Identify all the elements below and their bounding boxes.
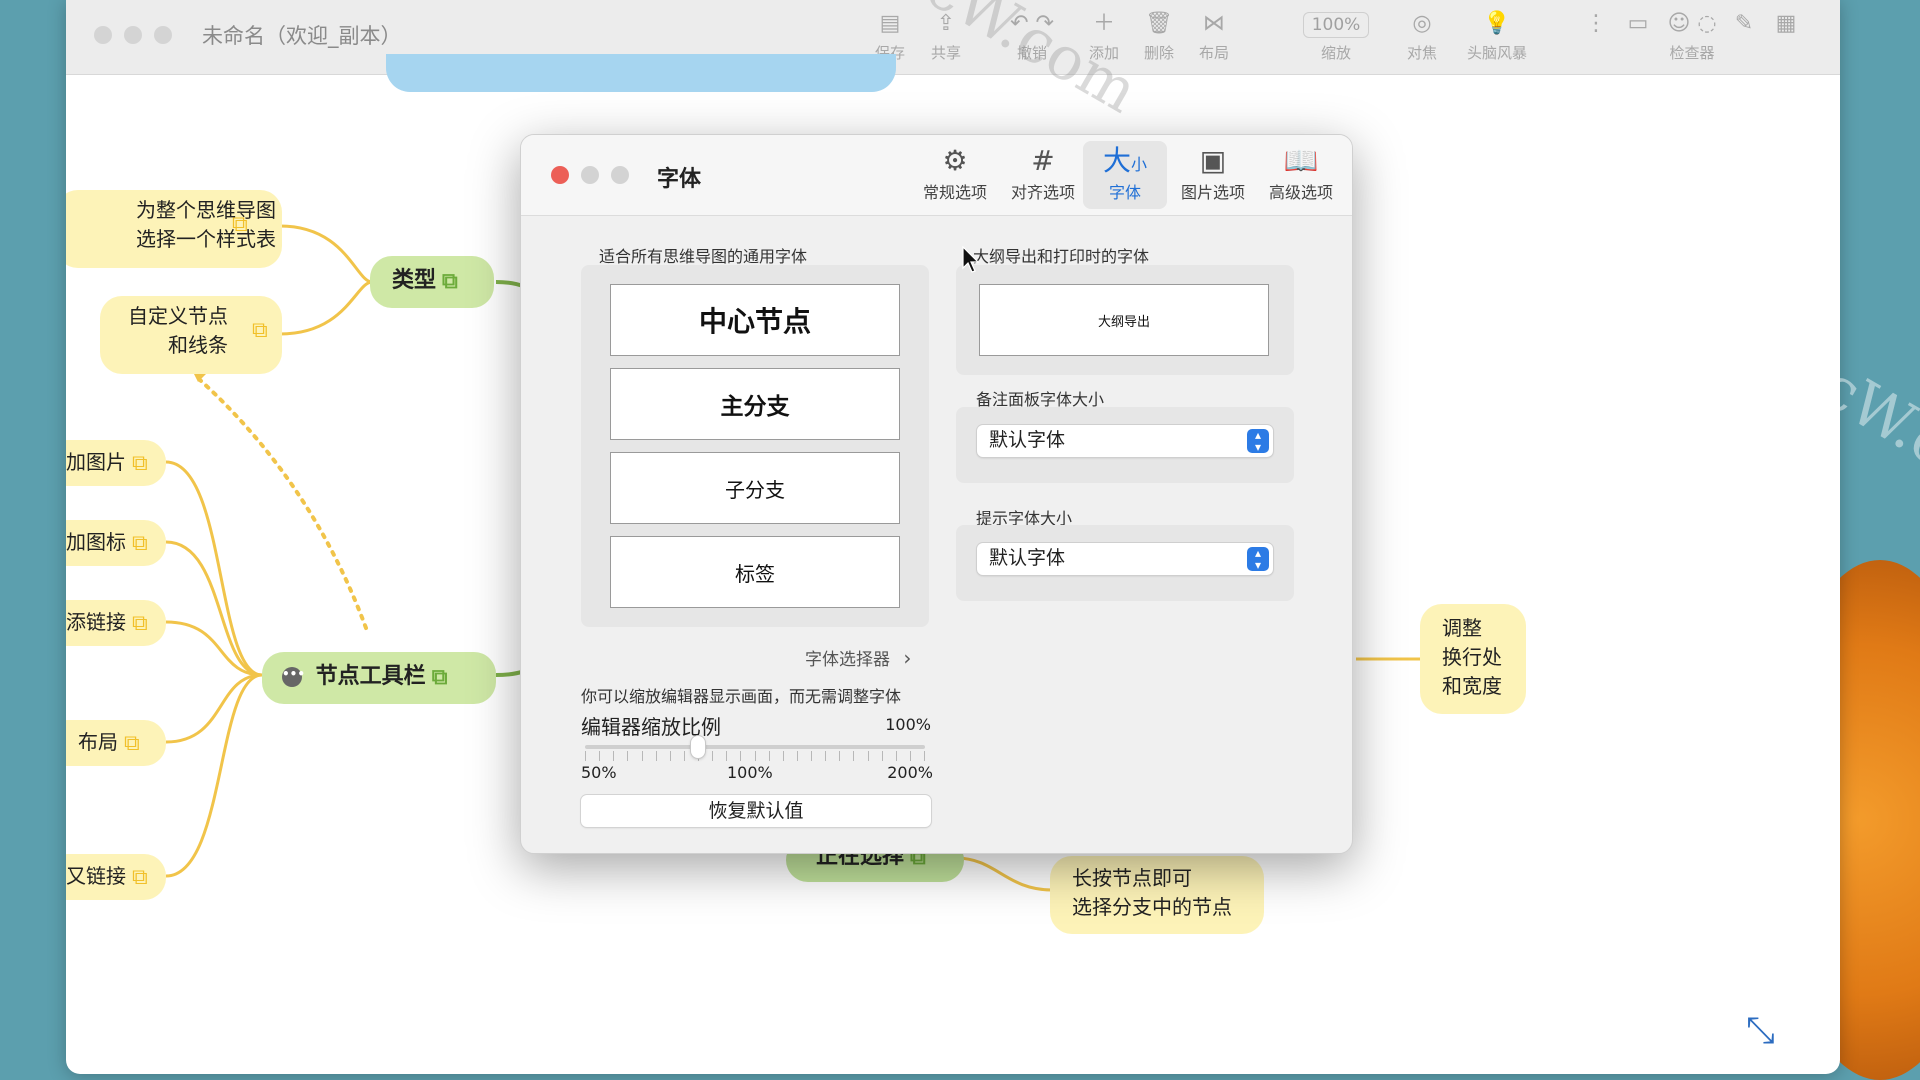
slider-tick <box>712 751 713 761</box>
chevron-updown-icon: ▴ ▾ <box>1247 429 1269 453</box>
slider-tick <box>740 751 741 761</box>
tab-image[interactable]: ▣ 图片选项 <box>1171 141 1255 209</box>
slider-knob[interactable] <box>691 736 705 758</box>
zoom-max-label: 200% <box>887 763 933 782</box>
font-settings-dialog: 字体 ⚙ 常规选项 # 对齐选项 大小 字体 ▣ 图片选项 📖 高级选项 适合所… <box>520 134 1353 854</box>
central-node-font-button[interactable]: 中心节点 <box>610 284 900 356</box>
tab-general[interactable]: ⚙ 常规选项 <box>913 141 997 209</box>
slider-tick <box>684 751 685 761</box>
slider-tick <box>656 751 657 761</box>
tab-font[interactable]: 大小 字体 <box>1083 141 1167 209</box>
outline-font-button[interactable]: 大纲导出 <box>979 284 1269 356</box>
zoom-slider[interactable] <box>585 736 925 763</box>
dialog-zoom-button[interactable] <box>611 166 629 184</box>
slider-tick <box>797 751 798 761</box>
slider-tick <box>783 751 784 761</box>
node-cross-link[interactable]: 又链接 ⧉ <box>66 854 166 900</box>
slider-tick <box>839 751 840 761</box>
node-toolbar[interactable]: ••• 节点工具栏 ⧉ <box>262 652 496 704</box>
sub-branch-font-button[interactable]: 子分支 <box>610 452 900 524</box>
zoom-note: 你可以缩放编辑器显示画面，而无需调整字体 <box>581 687 902 706</box>
main-branch-font-button[interactable]: 主分支 <box>610 368 900 440</box>
tab-alignment[interactable]: # 对齐选项 <box>1001 141 1085 209</box>
slider-tick <box>924 751 925 761</box>
node-add-image[interactable]: 加图片 ⧉ <box>66 440 166 486</box>
slider-tick <box>868 751 869 761</box>
slider-tick <box>755 751 756 761</box>
slider-track <box>585 745 925 749</box>
general-fonts-label: 适合所有思维导图的通用字体 <box>599 247 808 266</box>
gears-icon: ⚙ <box>942 144 968 177</box>
node-layout[interactable]: 布局 ⧉ <box>66 720 166 766</box>
notes-font-size-select[interactable]: 默认字体 ▴ ▾ <box>977 425 1273 457</box>
dialog-minimize-button[interactable] <box>581 166 599 184</box>
dialog-title: 字体 <box>657 167 702 192</box>
outline-fonts-label: 大纲导出和打印时的字体 <box>973 247 1150 266</box>
external-link-icon[interactable]: ⧉ <box>124 729 140 758</box>
slider-tick <box>882 751 883 761</box>
book-icon: 📖 <box>1283 144 1319 177</box>
node-add-link[interactable]: 添链接 ⧉ <box>66 600 166 646</box>
slider-tick <box>670 751 671 761</box>
label-font-button[interactable]: 标签 <box>610 536 900 608</box>
slider-tick <box>811 751 812 761</box>
slider-tick <box>769 751 770 761</box>
dialog-header: 字体 ⚙ 常规选项 # 对齐选项 大小 字体 ▣ 图片选项 📖 高级选项 <box>521 135 1352 216</box>
image-icon: ▣ <box>1199 144 1227 177</box>
external-link-icon[interactable]: ⧉ <box>132 863 148 892</box>
node-adjust-wrap[interactable]: 调整 换行处 和宽度 <box>1420 604 1526 714</box>
slider-tick <box>825 751 826 761</box>
slider-tick <box>853 751 854 761</box>
zoom-min-label: 50% <box>581 763 617 782</box>
dialog-close-button[interactable] <box>551 166 569 184</box>
tab-advanced[interactable]: 📖 高级选项 <box>1259 141 1343 209</box>
external-link-icon[interactable]: ⧉ <box>432 663 448 692</box>
cursor-icon <box>962 246 980 273</box>
node-type[interactable]: 类型 ⧉ <box>370 256 494 308</box>
chevron-right-icon: › <box>903 646 912 670</box>
node-custom-lines[interactable]: 自定义节点 和线条 ⧉ <box>100 296 282 374</box>
external-link-icon[interactable]: ⧉ <box>442 267 458 296</box>
zoom-mid-label: 100% <box>727 763 773 782</box>
ellipsis-icon: ••• <box>282 667 305 687</box>
hint-font-size-select[interactable]: 默认字体 ▴ ▾ <box>977 543 1273 575</box>
slider-tick <box>599 751 600 761</box>
external-link-icon[interactable]: ⧉ <box>132 449 148 478</box>
slider-tick <box>726 751 727 761</box>
external-link-icon[interactable]: ⧉ <box>132 529 148 558</box>
node-stylesheet[interactable]: 为整个思维导图 选择一个样式表 ⧉ <box>66 190 282 268</box>
zoom-percent: 100% <box>885 715 931 734</box>
slider-tick <box>585 751 586 761</box>
external-link-icon[interactable]: ⧉ <box>132 609 148 638</box>
chevron-updown-icon: ▴ ▾ <box>1247 547 1269 571</box>
font-picker-link[interactable]: 字体选择器 › <box>805 645 911 670</box>
slider-tick <box>613 751 614 761</box>
node-long-press[interactable]: 长按节点即可 选择分支中的节点 <box>1050 856 1264 934</box>
node-add-icon[interactable]: 加图标 ⧉ <box>66 520 166 566</box>
slider-tick <box>642 751 643 761</box>
slider-tick <box>910 751 911 761</box>
grid-icon: # <box>1031 144 1055 177</box>
fullscreen-icon[interactable]: ⤡ <box>1746 1010 1775 1052</box>
reset-defaults-button[interactable]: 恢复默认值 <box>581 795 931 827</box>
font-size-icon: 大小 <box>1102 144 1148 177</box>
external-link-icon[interactable]: ⧉ <box>252 316 268 345</box>
slider-tick <box>627 751 628 761</box>
top-node-fragment[interactable] <box>386 54 896 92</box>
slider-tick <box>896 751 897 761</box>
external-link-icon[interactable]: ⧉ <box>232 210 248 239</box>
